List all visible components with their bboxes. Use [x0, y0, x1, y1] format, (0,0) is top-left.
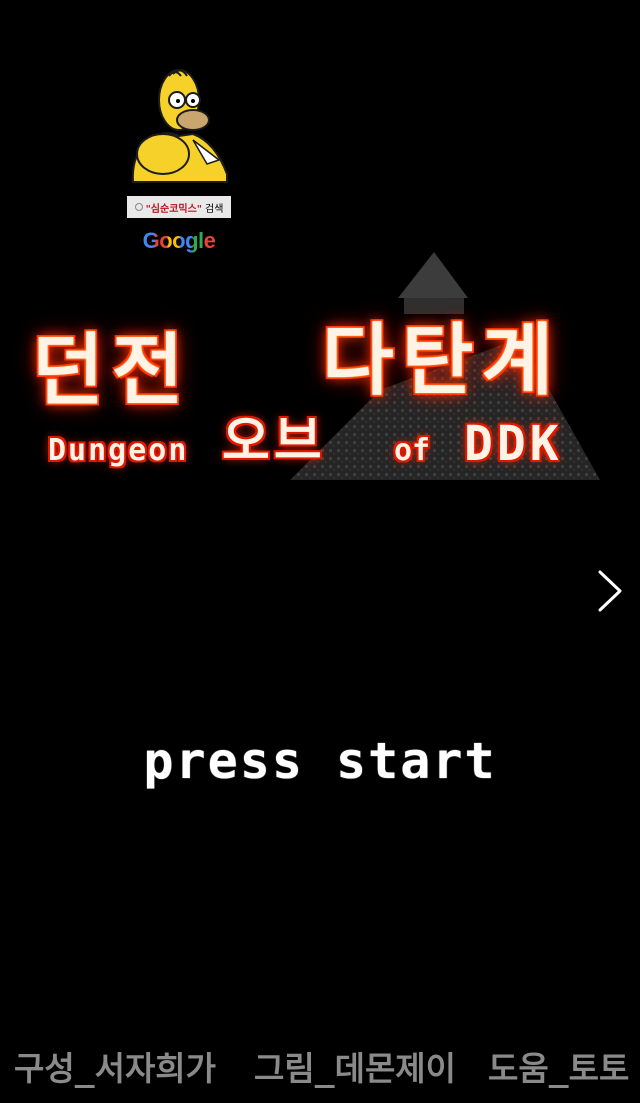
credits-bar: 구성_서자희가 그림_데몬제이 도움_토토: [0, 1042, 640, 1090]
promo-badge[interactable]: Google: [127, 64, 231, 253]
title-word-1: 던전: [32, 326, 192, 416]
homer-mascot-icon: [131, 69, 228, 183]
credit-art: 그림_데몬제이: [254, 1049, 457, 1088]
game-logo: 던전 다탄계 Dungeon 오브 of DDK: [0, 240, 640, 500]
title-en-ddk: DDK: [464, 416, 563, 472]
title-en-of: of: [394, 433, 431, 468]
next-page-button[interactable]: [592, 568, 626, 614]
search-icon: [134, 203, 143, 211]
promo-search-bar[interactable]: "심순코믹스" 검색: [127, 196, 231, 218]
chevron-right-icon: [598, 570, 622, 612]
promo-search-query: "심순코믹스": [145, 203, 202, 215]
title-word-2: 다탄계: [322, 316, 562, 406]
title-en-dungeon: Dungeon: [48, 433, 189, 468]
title-word-3: 오브: [222, 412, 326, 472]
promo-search-suffix: 검색: [205, 203, 224, 215]
credit-composition: 구성_서자희가: [14, 1049, 217, 1088]
credit-assist: 도움_토토: [488, 1049, 630, 1088]
press-start-button[interactable]: press start: [0, 732, 640, 790]
